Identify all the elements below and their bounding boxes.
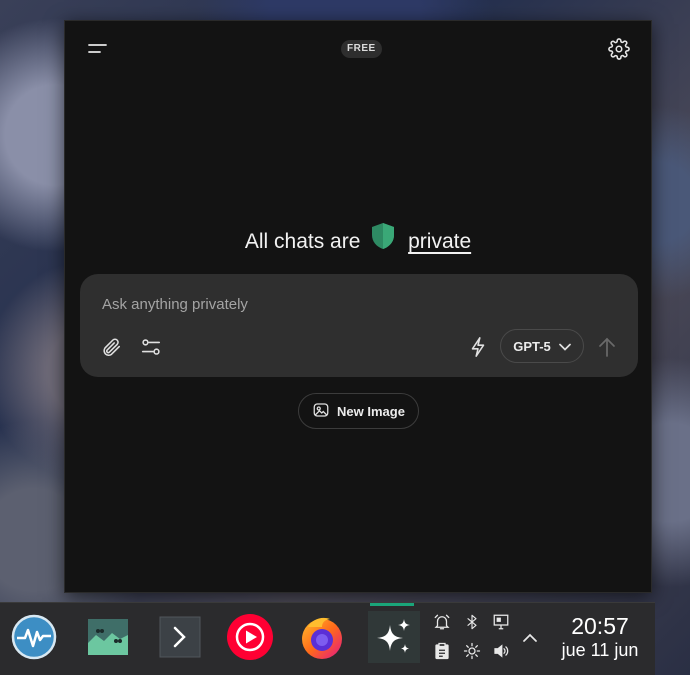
bluetooth-icon[interactable] bbox=[462, 612, 482, 632]
privacy-headline: All chats are private bbox=[65, 223, 651, 259]
display-icon[interactable] bbox=[491, 612, 511, 632]
clock-time: 20:57 bbox=[571, 613, 629, 639]
sliders-icon[interactable] bbox=[138, 334, 164, 360]
firefox-icon[interactable] bbox=[296, 611, 348, 663]
image-icon bbox=[312, 401, 330, 422]
system-monitor-icon[interactable] bbox=[8, 611, 60, 663]
terminal-icon[interactable] bbox=[154, 611, 206, 663]
model-selector-button[interactable]: GPT-5 bbox=[500, 329, 584, 363]
shield-icon bbox=[370, 222, 396, 259]
taskbar: 20:57 jue 11 jun bbox=[0, 602, 655, 675]
paperclip-icon[interactable] bbox=[98, 334, 124, 360]
plan-badge: FREE bbox=[341, 40, 382, 58]
clipboard-icon[interactable] bbox=[432, 641, 452, 661]
chat-composer: GPT-5 bbox=[80, 274, 638, 377]
headline-text: All chats are bbox=[244, 230, 361, 254]
new-image-label: New Image bbox=[337, 403, 405, 419]
ai-sparkle-icon[interactable] bbox=[368, 603, 420, 663]
brightness-icon[interactable] bbox=[462, 641, 482, 661]
chat-app-window: FREE All chats are private GPT-5 bbox=[64, 20, 652, 593]
clock[interactable]: 20:57 jue 11 jun bbox=[548, 613, 652, 661]
chevron-up-icon[interactable] bbox=[520, 627, 540, 647]
alarm-icon[interactable] bbox=[432, 612, 452, 632]
model-label: GPT-5 bbox=[513, 338, 551, 354]
chevron-down-icon bbox=[558, 339, 571, 354]
message-input[interactable] bbox=[100, 292, 544, 316]
image-viewer-icon[interactable] bbox=[82, 611, 134, 663]
private-link[interactable]: private bbox=[408, 230, 471, 253]
youtube-music-icon[interactable] bbox=[224, 611, 276, 663]
new-image-button[interactable]: New Image bbox=[298, 393, 419, 429]
hamburger-menu-icon[interactable] bbox=[87, 41, 109, 57]
lightning-icon[interactable] bbox=[465, 334, 491, 360]
clock-date: jue 11 jun bbox=[561, 640, 639, 660]
gear-icon[interactable] bbox=[608, 38, 630, 60]
volume-icon[interactable] bbox=[491, 641, 511, 661]
arrow-up-icon[interactable] bbox=[594, 334, 620, 360]
